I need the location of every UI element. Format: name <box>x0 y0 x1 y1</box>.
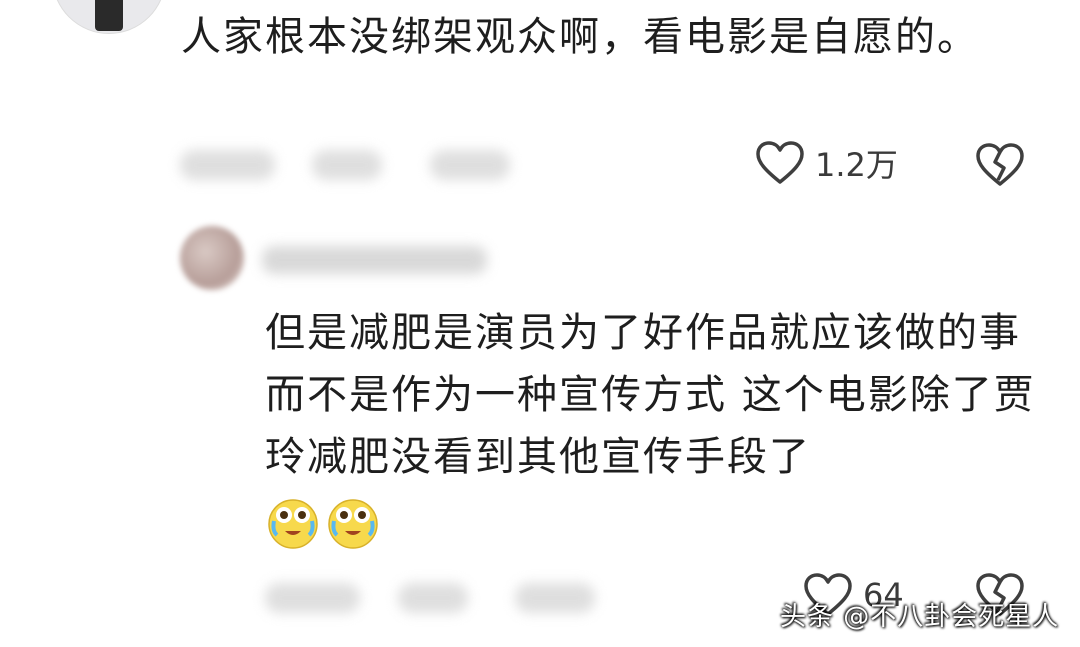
avatar-reply-commenter[interactable] <box>180 226 244 290</box>
reply-location-blurred <box>398 583 468 613</box>
watermark: 头条 @不八卦会死星人 <box>780 602 1060 632</box>
broken-heart-icon[interactable] <box>975 142 1025 188</box>
reply-reply-button-blurred[interactable] <box>515 583 595 613</box>
emoji-row <box>266 495 386 553</box>
crying-laugh-emoji <box>328 499 378 549</box>
avatar-figure <box>95 0 123 31</box>
comment-time-blurred <box>180 150 275 180</box>
reply-button-blurred[interactable] <box>430 150 510 180</box>
crying-laugh-emoji <box>268 499 318 549</box>
avatar-top-commenter[interactable] <box>52 0 166 34</box>
comment-text: 人家根本没绑架观众啊，看电影是自愿的。 <box>181 14 979 60</box>
heart-outline-icon[interactable] <box>755 140 805 186</box>
reply-username-blurred[interactable] <box>262 246 487 274</box>
comment-location-blurred <box>312 150 382 180</box>
reply-text: 但是减肥是演员为了好作品就应该做的事 而不是作为一种宣传方式 这个电影除了贾玲减… <box>265 310 1036 480</box>
reply-time-blurred <box>265 583 360 613</box>
like-group-top[interactable]: 1.2万 <box>755 140 898 186</box>
like-count-top: 1.2万 <box>815 146 898 184</box>
